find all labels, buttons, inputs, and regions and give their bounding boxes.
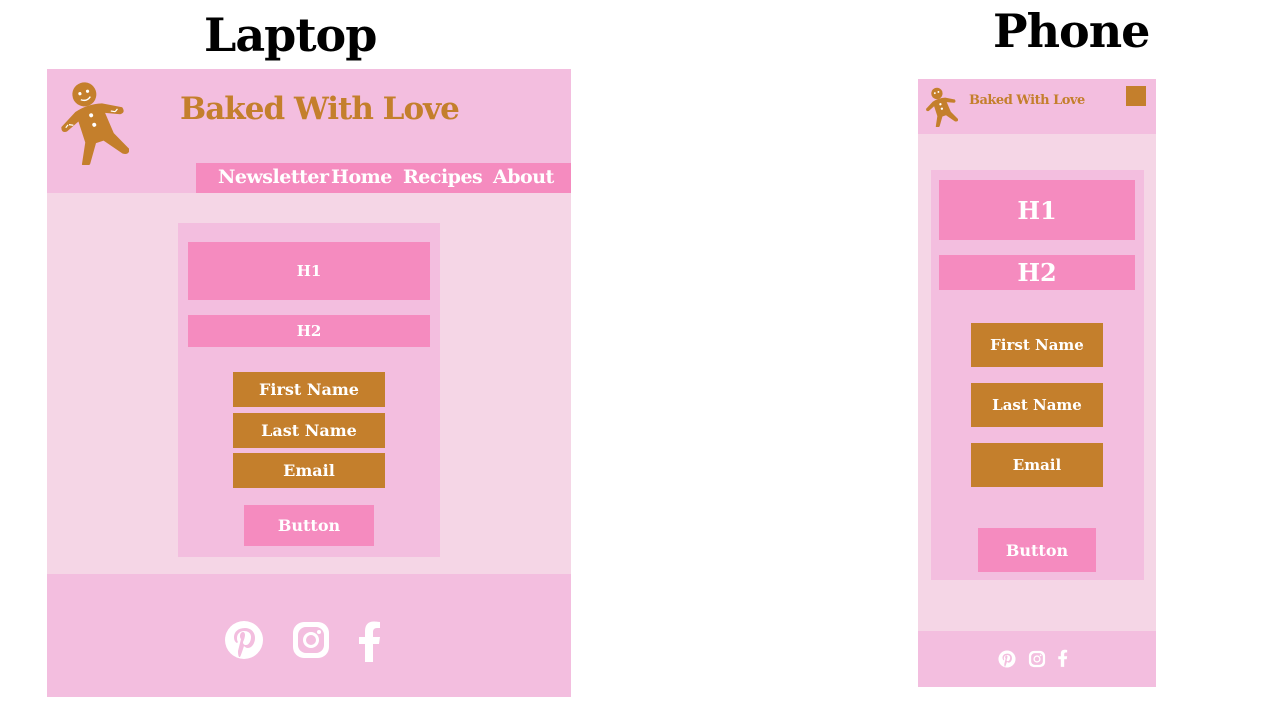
first-name-field[interactable]: First Name [233, 372, 385, 407]
phone-header: Baked With Love [918, 79, 1156, 134]
nav-item-about[interactable]: About [493, 166, 554, 188]
phone-footer [918, 631, 1156, 687]
phone-heading: Phone [993, 4, 1150, 58]
first-name-field[interactable]: First Name [971, 323, 1103, 367]
laptop-mockup: Baked With Love Newsletter Home Recipes … [47, 69, 571, 697]
h2-block: H2 [188, 315, 430, 347]
laptop-form-panel: H1 H2 First Name Last Name Email Button [178, 223, 440, 557]
email-field[interactable]: Email [971, 443, 1103, 487]
submit-button[interactable]: Button [244, 505, 374, 546]
site-title: Baked With Love [180, 91, 460, 127]
gingerbread-logo-icon[interactable] [57, 77, 129, 165]
facebook-icon[interactable] [356, 620, 382, 662]
h1-block: H1 [939, 180, 1135, 240]
h2-block: H2 [939, 255, 1135, 290]
phone-form-panel: H1 H2 First Name Last Name Email Button [931, 170, 1144, 580]
site-title: Baked With Love [969, 93, 1085, 108]
facebook-icon[interactable] [1057, 649, 1068, 667]
email-field[interactable]: Email [233, 453, 385, 488]
instagram-icon[interactable] [1028, 650, 1046, 668]
phone-mockup: Baked With Love H1 H2 First Name Last Na… [918, 79, 1156, 687]
menu-icon[interactable] [1126, 86, 1146, 106]
gingerbread-logo-icon[interactable] [924, 85, 958, 127]
nav-item-home[interactable]: Home [331, 166, 392, 188]
pinterest-icon[interactable] [998, 650, 1016, 668]
laptop-header: Baked With Love Newsletter Home Recipes … [47, 69, 571, 193]
nav-item-recipes[interactable]: Recipes [403, 166, 483, 188]
laptop-nav-bar: Newsletter Home Recipes About [196, 163, 571, 193]
h1-block: H1 [188, 242, 430, 300]
nav-item-newsletter[interactable]: Newsletter [218, 166, 329, 188]
submit-button[interactable]: Button [978, 528, 1096, 572]
laptop-footer [47, 574, 571, 697]
laptop-heading: Laptop [204, 8, 377, 62]
last-name-field[interactable]: Last Name [233, 413, 385, 448]
last-name-field[interactable]: Last Name [971, 383, 1103, 427]
instagram-icon[interactable] [291, 620, 331, 660]
pinterest-icon[interactable] [224, 620, 264, 660]
